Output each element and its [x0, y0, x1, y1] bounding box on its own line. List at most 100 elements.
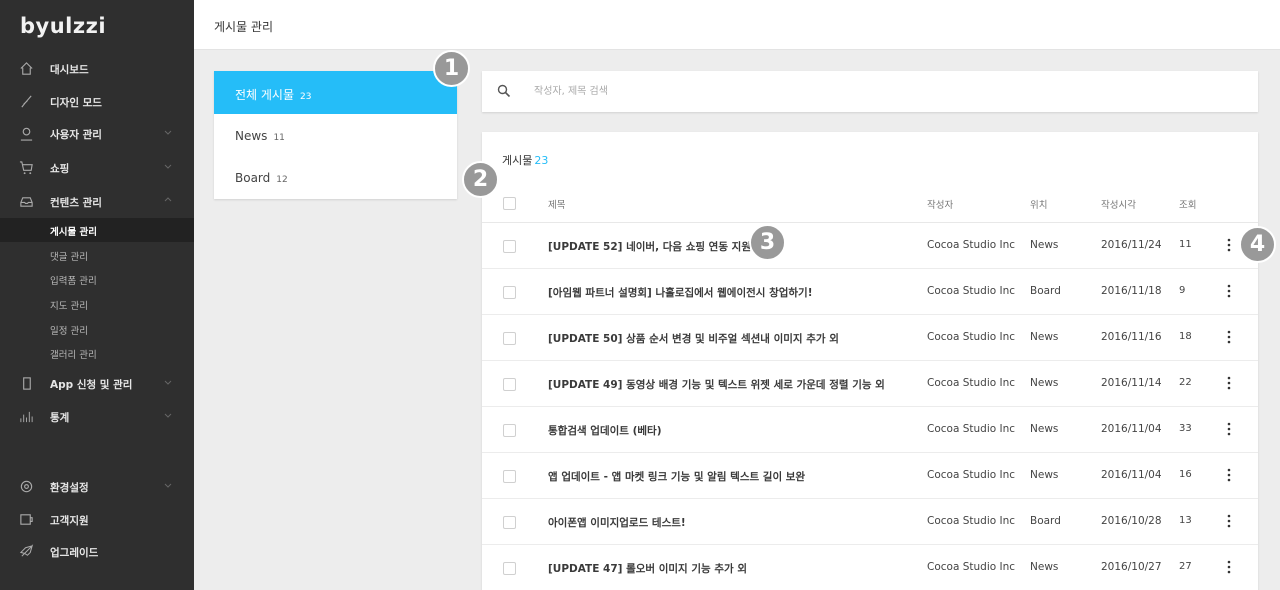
row-checkbox[interactable]: [503, 470, 516, 483]
posts-panel: 게시물 23 제목 작성자 위치 작성시각 조회 [UPDATE 52] 네이버,…: [482, 132, 1258, 590]
sidebar-subitem-schedule[interactable]: 일정 관리: [0, 317, 194, 341]
cart-icon: [19, 161, 33, 175]
home-icon: [20, 62, 33, 75]
select-all-checkbox[interactable]: [503, 197, 516, 210]
category-item-board[interactable]: Board 12: [214, 156, 457, 199]
row-checkbox[interactable]: [503, 332, 516, 345]
settings-icon: [20, 480, 33, 493]
table-row[interactable]: 아이폰앱 이미지업로드 테스트! Cocoa Studio Inc Board 201…: [482, 499, 1258, 545]
sidebar-subitem-label: 게시물 관리: [50, 227, 98, 238]
more-vertical-icon[interactable]: [1227, 468, 1231, 482]
page-header: 게시물 관리: [194, 0, 1280, 50]
sidebar-item-dashboard[interactable]: 대시보드: [0, 53, 194, 83]
column-location[interactable]: 위치: [1030, 197, 1047, 211]
category-item-news[interactable]: News 11: [214, 114, 457, 157]
chevron-down-icon: [164, 164, 172, 169]
column-author[interactable]: 작성자: [927, 197, 953, 211]
sidebar: byulzzi 대시보드 디자인 모드 사용자 관리 쇼핑 컨텐츠 관리 게시물…: [0, 0, 194, 590]
sidebar-subitem-posts[interactable]: 게시물 관리: [0, 218, 194, 242]
sidebar-item-app[interactable]: App 신청 및 관리: [0, 368, 194, 398]
more-vertical-icon[interactable]: [1227, 560, 1231, 574]
mobile-icon: [23, 377, 31, 390]
chevron-down-icon: [164, 413, 172, 418]
row-checkbox[interactable]: [503, 516, 516, 529]
rocket-icon: [19, 544, 34, 557]
row-checkbox[interactable]: [503, 240, 516, 253]
post-title[interactable]: 통합검색 업데이트 (베타): [548, 423, 662, 438]
search-input[interactable]: [534, 81, 1134, 101]
table-row[interactable]: [UPDATE 49] 동영상 배경 기능 및 텍스트 위젯 세로 가운데 정렬…: [482, 361, 1258, 407]
row-checkbox[interactable]: [503, 378, 516, 391]
post-author: Cocoa Studio Inc: [927, 377, 1016, 389]
callout-badge-3: 3: [749, 224, 786, 261]
post-views: 18: [1179, 331, 1192, 342]
sidebar-item-label: 통계: [50, 412, 70, 424]
sidebar-subitem-label: 갤러리 관리: [50, 350, 97, 361]
more-vertical-icon[interactable]: [1227, 422, 1231, 436]
sidebar-item-upgrade[interactable]: 업그레이드: [0, 536, 194, 566]
post-title[interactable]: [UPDATE 52] 네이버, 다음 쇼핑 연동 지원: [548, 239, 751, 254]
post-author: Cocoa Studio Inc: [927, 469, 1016, 481]
table-row[interactable]: [UPDATE 52] 네이버, 다음 쇼핑 연동 지원 Cocoa Studio…: [482, 223, 1258, 269]
table-row[interactable]: [아임웹 파트너 설명회] 나홀로집에서 웹에이전시 창업하기! Cocoa St…: [482, 269, 1258, 315]
post-date: 2016/11/04: [1101, 469, 1162, 481]
table-header: 제목 작성자 위치 작성시각 조회: [482, 184, 1258, 223]
more-vertical-icon[interactable]: [1227, 238, 1231, 252]
chevron-down-icon: [164, 483, 172, 488]
category-list: 전체 게시물 23 News 11 Board 12: [214, 71, 457, 199]
more-vertical-icon[interactable]: [1227, 284, 1231, 298]
category-count: 12: [276, 175, 288, 185]
post-views: 16: [1179, 469, 1192, 480]
table-row[interactable]: [UPDATE 50] 상품 순서 변경 및 비주얼 섹션내 이미지 추가 외 C…: [482, 315, 1258, 361]
callout-badge-4: 4: [1239, 226, 1276, 263]
row-checkbox[interactable]: [503, 424, 516, 437]
category-label: Board 12: [235, 171, 288, 185]
post-title[interactable]: 아이폰앱 이미지업로드 테스트!: [548, 515, 686, 530]
sidebar-subitem-forms[interactable]: 입력폼 관리: [0, 267, 194, 291]
post-location: News: [1030, 561, 1059, 573]
post-title[interactable]: 앱 업데이트 - 앱 마켓 링크 기능 및 알림 텍스트 길이 보완: [548, 469, 805, 484]
row-checkbox[interactable]: [503, 286, 516, 299]
sidebar-item-stats[interactable]: 통계: [0, 401, 194, 431]
category-item-all[interactable]: 전체 게시물 23: [214, 71, 457, 114]
sidebar-item-label: 대시보드: [50, 64, 89, 76]
more-vertical-icon[interactable]: [1227, 514, 1231, 528]
post-title[interactable]: [UPDATE 50] 상품 순서 변경 및 비주얼 섹션내 이미지 추가 외: [548, 331, 839, 346]
post-location: News: [1030, 423, 1059, 435]
support-icon: [20, 514, 33, 525]
sidebar-item-settings[interactable]: 환경설정: [0, 471, 194, 501]
column-date[interactable]: 작성시각: [1101, 197, 1136, 211]
column-title[interactable]: 제목: [548, 197, 565, 211]
sidebar-item-label: 업그레이드: [50, 547, 99, 559]
user-icon: [20, 127, 33, 141]
logo[interactable]: byulzzi: [20, 14, 106, 38]
table-row[interactable]: [UPDATE 47] 롤오버 이미지 기능 추가 외 Cocoa Studio …: [482, 545, 1258, 590]
post-location: News: [1030, 469, 1059, 481]
post-date: 2016/10/28: [1101, 515, 1162, 527]
sidebar-subitem-comments[interactable]: 댓글 관리: [0, 243, 194, 267]
post-date: 2016/11/24: [1101, 239, 1162, 251]
post-title[interactable]: [아임웹 파트너 설명회] 나홀로집에서 웹에이전시 창업하기!: [548, 285, 813, 300]
post-title[interactable]: [UPDATE 47] 롤오버 이미지 기능 추가 외: [548, 561, 747, 576]
search-icon: [497, 84, 511, 98]
column-views[interactable]: 조회: [1179, 197, 1196, 211]
sidebar-item-shopping[interactable]: 쇼핑: [0, 152, 194, 182]
sidebar-item-support[interactable]: 고객지원: [0, 504, 194, 534]
post-date: 2016/10/27: [1101, 561, 1162, 573]
sidebar-item-design-mode[interactable]: 디자인 모드: [0, 86, 194, 116]
category-count: 23: [300, 92, 312, 102]
sidebar-item-label: 환경설정: [50, 482, 89, 494]
table-row[interactable]: 통합검색 업데이트 (베타) Cocoa Studio Inc News 2016/1…: [482, 407, 1258, 453]
sidebar-item-contents[interactable]: 컨텐츠 관리: [0, 186, 194, 216]
table-row[interactable]: 앱 업데이트 - 앱 마켓 링크 기능 및 알림 텍스트 길이 보완 Cocoa …: [482, 453, 1258, 499]
category-label: News 11: [235, 129, 285, 143]
category-count: 11: [273, 133, 285, 143]
sidebar-item-users[interactable]: 사용자 관리: [0, 118, 194, 148]
post-views: 33: [1179, 423, 1192, 434]
row-checkbox[interactable]: [503, 562, 516, 575]
sidebar-subitem-gallery[interactable]: 갤러리 관리: [0, 341, 194, 365]
more-vertical-icon[interactable]: [1227, 376, 1231, 390]
more-vertical-icon[interactable]: [1227, 330, 1231, 344]
post-title[interactable]: [UPDATE 49] 동영상 배경 기능 및 텍스트 위젯 세로 가운데 정렬…: [548, 377, 885, 392]
sidebar-subitem-maps[interactable]: 지도 관리: [0, 292, 194, 316]
